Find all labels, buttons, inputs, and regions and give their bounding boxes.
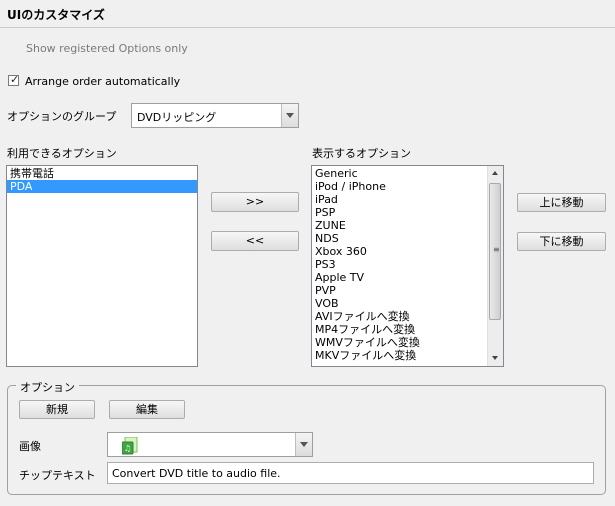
chevron-down-icon <box>286 113 294 118</box>
list-item[interactable]: PS3 <box>312 258 487 271</box>
list-item[interactable]: PSP <box>312 206 487 219</box>
arrow-up-icon <box>492 171 498 175</box>
scrollbar-thumb[interactable]: ≡ <box>489 183 501 320</box>
arrange-order-label[interactable]: Arrange order automatically <box>25 75 180 88</box>
list-item[interactable]: iPod / iPhone <box>312 180 487 193</box>
tooltip-text-label: チップテキスト <box>19 469 96 482</box>
tooltip-text-field[interactable]: Convert DVD title to audio file. <box>107 462 594 484</box>
list-item-selected[interactable]: PDA <box>7 180 197 193</box>
option-group-label: オプションのグループ <box>7 110 117 123</box>
show-registered-options-label[interactable]: Show registered Options only <box>26 42 188 55</box>
edit-button[interactable]: 編集 <box>109 400 185 419</box>
green-audio-file-icon: ♫ <box>121 436 138 455</box>
list-item[interactable]: Apple TV <box>312 271 487 284</box>
scroll-down-button[interactable] <box>488 351 503 366</box>
list-item[interactable]: NDS <box>312 232 487 245</box>
option-group-select[interactable]: DVDリッピング <box>131 103 299 128</box>
image-label: 画像 <box>19 440 41 453</box>
panel-title: UIのカスタマイズ <box>7 8 105 22</box>
checkmark-icon: ✓ <box>10 73 20 86</box>
move-down-button[interactable]: 下に移動 <box>517 232 606 251</box>
available-options-list[interactable]: 携帯電話 PDA <box>6 165 198 367</box>
new-button[interactable]: 新規 <box>19 400 95 419</box>
tooltip-text-value: Convert DVD title to audio file. <box>112 467 281 480</box>
dropdown-button[interactable] <box>281 104 298 127</box>
displayed-options-list[interactable]: Generic iPod / iPhone iPad PSP ZUNE NDS … <box>311 165 504 367</box>
image-select[interactable]: ♫ <box>107 432 313 457</box>
remove-option-button[interactable]: << <box>211 231 299 251</box>
arrow-down-icon <box>492 356 498 360</box>
list-item[interactable]: MKVファイルへ変換 <box>312 349 487 362</box>
grip-icon: ≡ <box>493 245 500 254</box>
list-item[interactable]: WMVファイルへ変換 <box>312 336 487 349</box>
scroll-up-button[interactable] <box>488 166 503 181</box>
list-item[interactable]: PVP <box>312 284 487 297</box>
list-item[interactable]: iPad <box>312 193 487 206</box>
displayed-options-label: 表示するオプション <box>312 147 411 160</box>
list-item[interactable]: ZUNE <box>312 219 487 232</box>
list-item[interactable]: VOB <box>312 297 487 310</box>
options-group-label: オプション <box>16 379 79 395</box>
option-group-value: DVDリッピング <box>137 111 217 124</box>
list-item[interactable]: Xbox 360 <box>312 245 487 258</box>
list-item[interactable]: MP4ファイルへ変換 <box>312 323 487 336</box>
available-options-label: 利用できるオプション <box>7 147 117 160</box>
arrange-order-checkbox[interactable]: ✓ <box>8 73 20 86</box>
chevron-down-icon <box>300 442 308 447</box>
move-up-button[interactable]: 上に移動 <box>517 193 606 212</box>
svg-text:♫: ♫ <box>124 444 131 453</box>
list-item[interactable]: 携帯電話 <box>7 167 197 180</box>
dropdown-button[interactable] <box>295 433 312 456</box>
vertical-scrollbar[interactable]: ≡ <box>487 166 503 366</box>
list-item[interactable]: Generic <box>312 167 487 180</box>
add-option-button[interactable]: >> <box>211 192 299 212</box>
list-item[interactable]: AVIファイルへ変換 <box>312 310 487 323</box>
